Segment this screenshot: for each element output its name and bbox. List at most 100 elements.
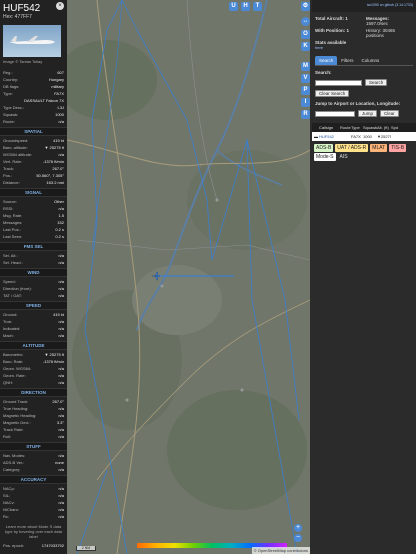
section-row: WGS84 altitude: n/a: [0, 151, 67, 158]
section-row: QNH: n/a: [0, 379, 67, 386]
col-altitude[interactable]: Alt. (ft): [377, 125, 391, 130]
section-row: Nav. Modes: n/a: [0, 452, 67, 459]
aircraft-table: Callsign Route Type Squawk Alt. (ft) Spd…: [312, 123, 416, 141]
col-type[interactable]: Type: [351, 125, 363, 130]
row-route: [340, 134, 351, 139]
with-position: With Position: 1: [315, 28, 349, 33]
jump-button[interactable]: Jump: [358, 110, 378, 117]
section-row-label: Magnetic Heading:: [3, 413, 37, 418]
map-scale: 2 NM: [76, 546, 96, 551]
map-canvas[interactable]: [67, 0, 310, 554]
version-link[interactable]: tar1090 on github (3.14.1733): [312, 0, 416, 12]
search-button[interactable]: Search: [365, 79, 388, 86]
jump-input[interactable]: [315, 110, 355, 117]
detail-value: L3J: [57, 105, 64, 110]
col-speed[interactable]: Spd: [391, 125, 404, 130]
tab-filters[interactable]: Filters: [337, 56, 357, 65]
section-row-value: 419 kt: [53, 138, 64, 143]
section-row-label: TAT / OAT:: [3, 293, 22, 298]
col-route[interactable]: Route: [340, 125, 351, 130]
toolbar-button-i[interactable]: I: [301, 98, 310, 107]
section-header: DIRECTION: [0, 388, 67, 397]
map-button-u[interactable]: U: [229, 2, 238, 11]
section-row: Speed: n/a: [0, 278, 67, 285]
detail-value: FA7X: [54, 91, 64, 96]
row-altitude: ▼25275: [377, 134, 391, 139]
stats-link[interactable]: here: [315, 45, 413, 50]
row-callsign[interactable]: HUF542: [319, 134, 340, 139]
section-row-label: Sel. Head.:: [3, 260, 23, 265]
map-view[interactable]: U H T + − 2 NM © OpenStreetMap contribut…: [67, 0, 310, 554]
col-callsign[interactable]: Callsign: [319, 125, 340, 130]
search-input[interactable]: [315, 79, 362, 86]
toolbar-button-v[interactable]: V: [301, 74, 310, 83]
clear-button[interactable]: Clear: [380, 110, 399, 117]
section-row-value: ▼ 25275 ft: [44, 145, 64, 150]
col-squawk[interactable]: Squawk: [363, 125, 377, 130]
section-row-value: n/a: [58, 467, 64, 472]
section-row: Magnetic Decl.: 3.3°: [0, 419, 67, 426]
section-header: FMS SEL: [0, 242, 67, 251]
section-row: Ground: 419 kt: [0, 311, 67, 318]
section-row-value: 1.5: [58, 213, 64, 218]
section-row-label: Source:: [3, 199, 17, 204]
section-row-label: Speed:: [3, 279, 16, 284]
toggle-sidebar-icon[interactable]: ↔: [301, 17, 310, 26]
section-row-label: Sel. Alt.:: [3, 253, 18, 258]
detail-label: Reg.:: [3, 70, 13, 75]
section-row: ADS-B Ver.: none: [0, 459, 67, 466]
map-button-t[interactable]: T: [253, 2, 262, 11]
toolbar-button-o[interactable]: O: [301, 30, 310, 39]
legend-ais: AIS: [337, 153, 350, 161]
section-row-value: Other: [53, 199, 64, 204]
row-squawk: 1000: [363, 134, 372, 139]
map-button-h[interactable]: H: [241, 2, 250, 11]
footer-note: Learn more about Mode S data type by hov…: [5, 524, 62, 539]
detail-value: 1000: [55, 112, 64, 117]
toolbar-button-k[interactable]: K: [301, 42, 310, 51]
section-row-label: WGS84 altitude:: [3, 152, 33, 157]
section-row-label: Roll:: [3, 434, 12, 439]
section-row-label: NACp:: [3, 486, 15, 491]
section-row-label: NACv:: [3, 500, 15, 505]
aircraft-details: Reg.: 607 Country: Hungary DB flags: military…: [0, 69, 67, 125]
section-row-label: Ground Track:: [3, 399, 29, 404]
aircraft-photo[interactable]: [3, 25, 61, 57]
section-row-value: n/a: [58, 486, 64, 491]
jet-silhouette-icon: [9, 36, 55, 44]
section-row-value: n/a: [58, 507, 64, 512]
table-row[interactable]: ▬ HUF542 FA7X 1000 ▼25275: [312, 132, 416, 141]
legend-adsb: ADS-B: [314, 144, 334, 152]
detail-value: 607: [57, 70, 64, 75]
detail-row: Country: Hungary: [0, 76, 67, 83]
search-label: Search:: [315, 70, 332, 75]
detail-row: DASSAULT Falcon 7X: [0, 97, 67, 104]
section-header: ALTITUDE: [0, 341, 67, 350]
section-row: Magnetic Heading: n/a: [0, 412, 67, 419]
section-row: Ground Track: 267.0°: [0, 398, 67, 405]
section-row-label: True:: [3, 319, 13, 324]
clear-search-button[interactable]: Clear Search: [315, 90, 350, 97]
section-header: SIGNAL: [0, 188, 67, 197]
section-row-value: 267.0°: [52, 166, 64, 171]
section-row-label: Vert. Rate:: [3, 159, 22, 164]
pos-epoch-value: 1747033792: [41, 543, 64, 548]
toolbar-button-m[interactable]: M: [301, 62, 310, 71]
settings-gear-icon[interactable]: ⚙: [301, 2, 310, 11]
section-row-value: n/a: [58, 319, 64, 324]
aircraft-info-panel: HUF542 × Hex: 477FF7 Image © Tamas Tolla…: [0, 0, 67, 554]
toolbar-button-r[interactable]: R: [301, 110, 310, 119]
section-row-label: Track Rate:: [3, 427, 24, 432]
section-row-value: n/a: [58, 253, 64, 258]
section-header: ACCURACY: [0, 475, 67, 484]
section-row: Category: n/a: [0, 466, 67, 473]
detail-label: Route:: [3, 119, 15, 124]
photo-credit: Image © Tamas Tollay: [3, 59, 43, 64]
aircraft-sections: SPATIAL Groundspeed: 419 kt Baro. altitude:…: [0, 127, 67, 520]
section-row-value: n/a: [58, 293, 64, 298]
close-icon[interactable]: ×: [56, 2, 64, 10]
tab-columns[interactable]: Columns: [358, 56, 384, 65]
section-row: RSSI: n/a: [0, 205, 67, 212]
tab-search[interactable]: Search: [315, 56, 338, 65]
toolbar-button-p[interactable]: P: [301, 86, 310, 95]
